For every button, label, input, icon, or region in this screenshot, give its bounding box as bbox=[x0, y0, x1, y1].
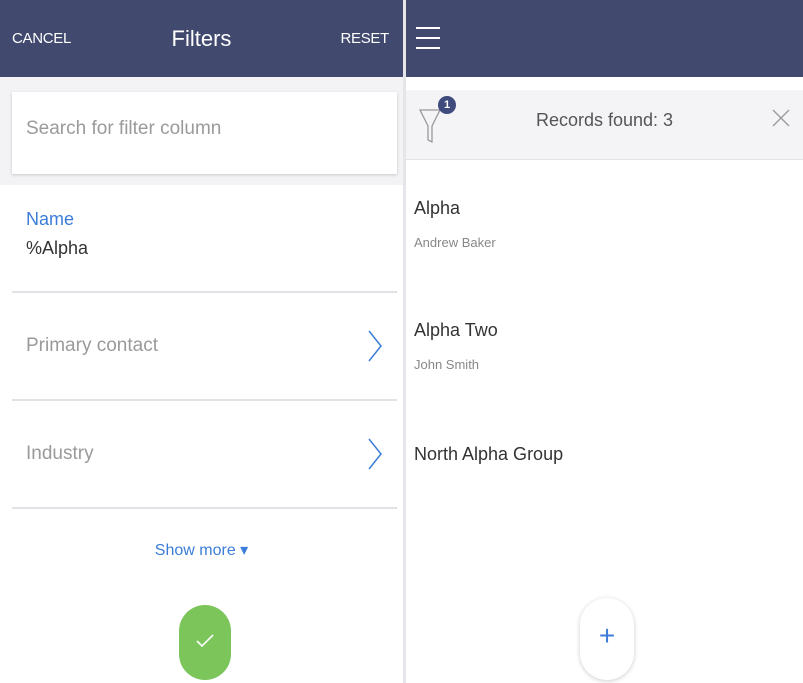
reset-button[interactable]: RESET bbox=[340, 30, 389, 47]
show-more-link[interactable]: Show more ▾ bbox=[0, 540, 403, 560]
hamburger-menu-icon[interactable] bbox=[416, 27, 440, 49]
record-title: North Alpha Group bbox=[414, 444, 564, 464]
record-item-north-alpha-group[interactable]: North Alpha Group bbox=[406, 444, 803, 554]
record-title: Alpha bbox=[414, 198, 461, 218]
records-found-text: Records found: 3 bbox=[535, 110, 674, 130]
record-item-alpha[interactable]: Alpha Andrew Baker bbox=[406, 198, 803, 308]
filter-row-label: Industry bbox=[26, 443, 94, 464]
name-filter-value: %Alpha bbox=[26, 238, 89, 258]
search-filter-column-input[interactable] bbox=[26, 114, 381, 144]
apply-filters-button[interactable] bbox=[179, 605, 231, 680]
name-filter-label: Name bbox=[26, 209, 75, 229]
close-icon[interactable] bbox=[771, 108, 791, 128]
record-title: Alpha Two bbox=[414, 320, 498, 340]
add-record-button[interactable]: + bbox=[580, 598, 634, 680]
filters-header: CANCEL Filters RESET bbox=[0, 0, 403, 77]
records-filter-bar: 1 Records found: 3 bbox=[406, 90, 803, 160]
search-box bbox=[12, 92, 397, 174]
chevron-right-icon bbox=[368, 438, 382, 470]
chevron-right-icon bbox=[368, 330, 382, 362]
name-filter[interactable]: Name %Alpha bbox=[26, 209, 88, 259]
plus-icon: + bbox=[598, 620, 616, 651]
divider bbox=[12, 507, 397, 509]
record-subtitle: Andrew Baker bbox=[414, 235, 496, 250]
records-panel: 1 Records found: 3 Alpha Andrew Baker Al… bbox=[406, 0, 803, 683]
filter-row-primary-contact[interactable]: Primary contact bbox=[12, 293, 397, 399]
search-area bbox=[0, 77, 403, 185]
filter-row-label: Primary contact bbox=[26, 335, 158, 356]
filters-panel: CANCEL Filters RESET Name %Alpha Primary… bbox=[0, 0, 403, 683]
records-header bbox=[406, 0, 803, 77]
record-subtitle: John Smith bbox=[414, 357, 480, 372]
record-item-alpha-two[interactable]: Alpha Two John Smith bbox=[406, 320, 803, 430]
checkmark-icon bbox=[196, 634, 214, 648]
filter-row-industry[interactable]: Industry bbox=[12, 401, 397, 507]
